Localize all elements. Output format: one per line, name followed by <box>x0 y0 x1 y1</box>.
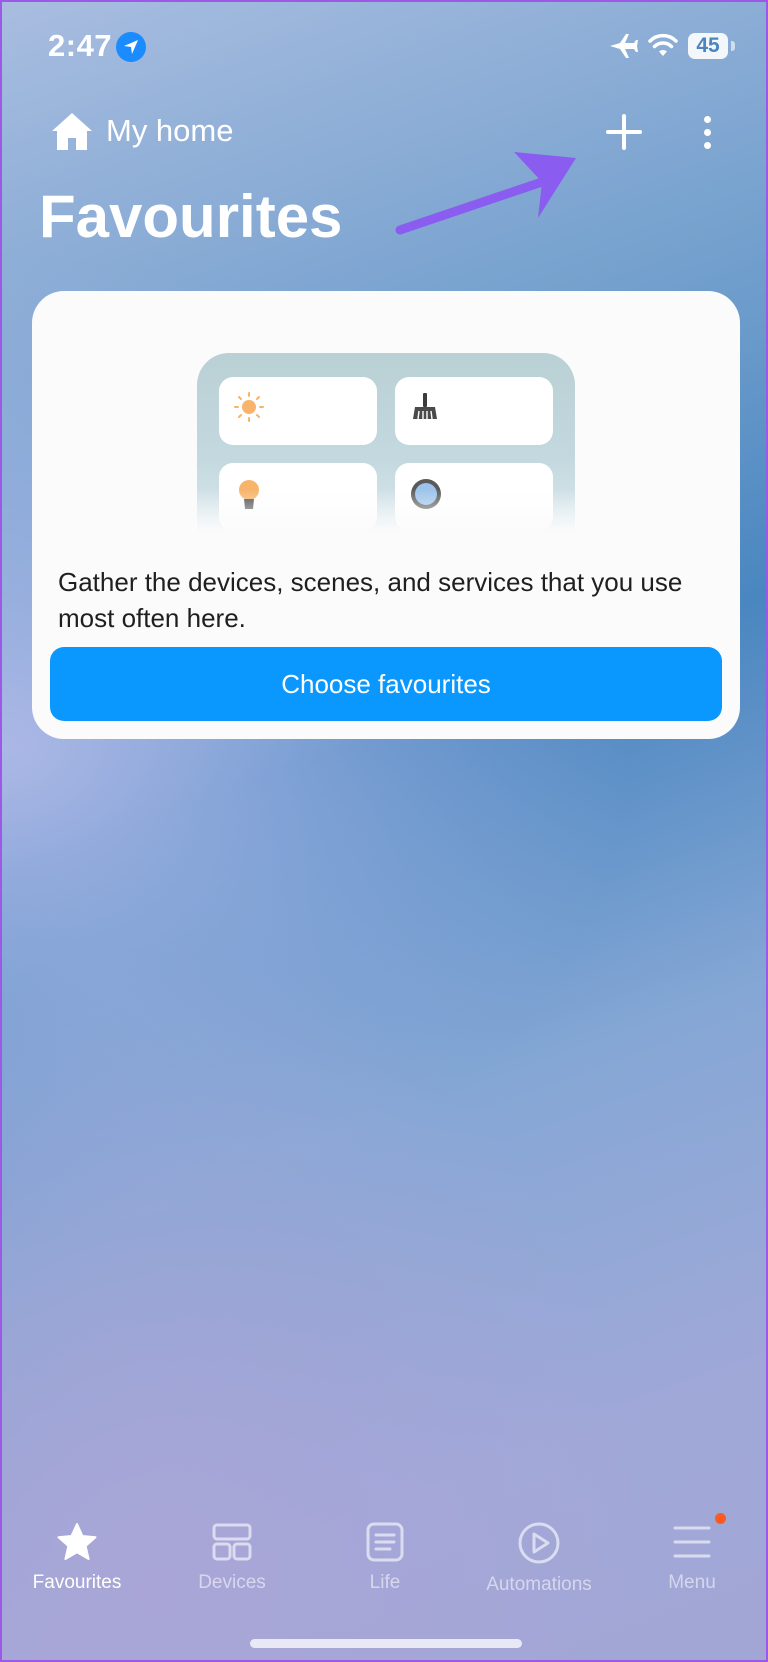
choose-favourites-button[interactable]: Choose favourites <box>50 647 722 721</box>
star-icon <box>57 1523 97 1560</box>
bulb-icon <box>239 480 259 509</box>
page-title: Favourites <box>39 183 343 250</box>
play-circle-icon <box>518 1522 560 1564</box>
favourites-illustration <box>197 353 575 533</box>
tab-label: Life <box>369 1572 401 1593</box>
ellipsis-dot <box>704 129 711 136</box>
status-time: 2:47 <box>48 28 113 63</box>
broom-icon <box>413 393 437 420</box>
battery-tip <box>731 41 735 51</box>
vertical-ellipsis-icon <box>704 116 711 123</box>
wifi-icon <box>648 32 678 63</box>
grid-icon <box>212 1523 252 1561</box>
airplane-icon <box>608 32 638 65</box>
illustration-tile <box>219 377 377 445</box>
more-options-button[interactable] <box>694 110 722 154</box>
tab-label: Devices <box>198 1572 266 1593</box>
ellipsis-dot <box>704 142 711 149</box>
home-indicator[interactable] <box>250 1639 522 1648</box>
tab-menu[interactable]: Menu <box>617 1512 767 1594</box>
illustration-tile <box>395 463 553 531</box>
tab-automations[interactable]: Automations <box>464 1512 614 1596</box>
tab-favourites[interactable]: Favourites <box>2 1512 152 1594</box>
robot-vacuum-icon <box>411 479 441 509</box>
tab-label: Automations <box>486 1574 592 1595</box>
tab-label: Favourites <box>32 1572 122 1593</box>
location-arrow-icon <box>116 32 146 62</box>
notification-badge <box>715 1513 726 1524</box>
illustration-tile <box>219 463 377 531</box>
house-icon <box>50 110 94 157</box>
tab-devices[interactable]: Devices <box>157 1512 307 1594</box>
sun-icon <box>234 392 264 422</box>
document-icon <box>366 1522 404 1562</box>
empty-state-message: Gather the devices, scenes, and services… <box>58 567 683 633</box>
battery-level: 45 <box>696 34 720 57</box>
bottom-tab-bar: Favourites Devices Life Automations Menu <box>2 1512 766 1612</box>
annotation-arrow-icon <box>395 152 576 235</box>
tab-life[interactable]: Life <box>310 1512 460 1594</box>
tab-label: Menu <box>668 1572 716 1593</box>
home-label: My home <box>106 113 234 148</box>
battery-icon: 45 <box>688 33 728 59</box>
empty-favourites-card: Gather the devices, scenes, and services… <box>32 291 740 739</box>
illustration-tile <box>395 377 553 445</box>
status-bar: 2:47 45 <box>2 2 766 94</box>
hamburger-icon <box>673 1526 711 1558</box>
